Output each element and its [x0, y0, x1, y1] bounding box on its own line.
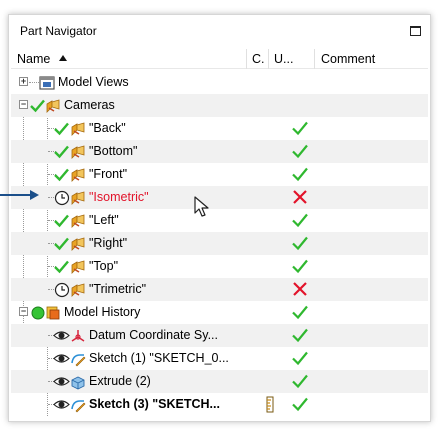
- column-header-name[interactable]: Name: [11, 49, 247, 69]
- column-header-name-label: Name: [17, 52, 51, 66]
- annotation-arrow-head: [30, 190, 39, 200]
- tree-row-label: "Isometric": [89, 190, 149, 204]
- mouse-cursor-icon: [194, 196, 210, 221]
- up-to-date-check-icon: [291, 395, 309, 413]
- tree-row-camera-trimetric[interactable]: "Trimetric": [11, 278, 428, 301]
- check-icon: [53, 120, 70, 137]
- clock-icon: [53, 189, 70, 206]
- tree-row-label: Extrude (2): [89, 374, 151, 388]
- up-to-date-check-icon: [291, 142, 309, 160]
- sketch-icon: [69, 350, 86, 367]
- up-to-date-check-icon: [291, 349, 309, 367]
- change-indicator-icon: [264, 396, 276, 413]
- camera-icon: [69, 120, 86, 137]
- tree-row-label: "Trimetric": [89, 282, 147, 296]
- maximize-icon[interactable]: [410, 26, 421, 36]
- tree-row-camera-right[interactable]: "Right": [11, 232, 428, 255]
- tree-row-camera-bottom[interactable]: "Bottom": [11, 140, 428, 163]
- eye-icon[interactable]: [53, 327, 70, 344]
- tree: + Model Views − Cameras "Back" "Bottom" …: [11, 71, 428, 421]
- tree-row-label: Model Views: [58, 75, 129, 89]
- up-to-date-check-icon: [291, 303, 309, 321]
- up-to-date-check-icon: [291, 211, 309, 229]
- check-icon: [53, 212, 70, 229]
- tree-row-camera-back[interactable]: "Back": [11, 117, 428, 140]
- camera-icon: [69, 166, 86, 183]
- tree-row-model-views[interactable]: + Model Views: [11, 71, 428, 94]
- eye-icon[interactable]: [53, 396, 70, 413]
- camera-icon: [69, 189, 86, 206]
- tree-row-label: Cameras: [64, 98, 115, 112]
- tree-row-label: "Front": [89, 167, 128, 181]
- tree-row-label: Datum Coordinate Sy...: [89, 328, 218, 342]
- tree-row-label: "Top": [89, 259, 119, 273]
- tree-row-model-history[interactable]: − Model History: [11, 301, 428, 324]
- part-navigator-panel: Part Navigator Name C. U... Comment + Mo…: [8, 14, 431, 422]
- check-icon: [53, 143, 70, 160]
- tree-row-datum-csys[interactable]: Datum Coordinate Sy...: [11, 324, 428, 347]
- tree-row-sketch-1[interactable]: Sketch (1) "SKETCH_0...: [11, 347, 428, 370]
- datum-csys-icon: [69, 327, 86, 344]
- collapse-icon[interactable]: −: [19, 100, 28, 109]
- camera-icon: [69, 143, 86, 160]
- out-of-date-cross-icon: [291, 280, 309, 298]
- camera-icon: [69, 235, 86, 252]
- check-icon: [53, 235, 70, 252]
- tree-row-label: "Left": [89, 213, 119, 227]
- eye-icon[interactable]: [53, 350, 70, 367]
- collapse-icon[interactable]: −: [19, 307, 28, 316]
- eye-icon[interactable]: [53, 373, 70, 390]
- camera-icon: [69, 281, 86, 298]
- check-icon: [53, 166, 70, 183]
- tree-row-camera-top[interactable]: "Top": [11, 255, 428, 278]
- model-history-icon: [44, 304, 61, 321]
- clock-icon: [53, 281, 70, 298]
- tree-row-label: Model History: [64, 305, 141, 319]
- column-header-comment[interactable]: Comment: [315, 49, 422, 69]
- up-to-date-check-icon: [291, 326, 309, 344]
- up-to-date-check-icon: [291, 372, 309, 390]
- title-bar: Part Navigator: [9, 15, 430, 43]
- up-to-date-check-icon: [291, 257, 309, 275]
- camera-icon: [69, 212, 86, 229]
- model-views-icon: [38, 74, 55, 91]
- annotation-arrow-line: [0, 194, 32, 196]
- check-icon: [53, 258, 70, 275]
- camera-icon: [69, 258, 86, 275]
- tree-row-label: "Right": [89, 236, 128, 250]
- extrude-icon: [69, 373, 86, 390]
- column-header-u[interactable]: U...: [269, 49, 315, 69]
- column-header-c[interactable]: C.: [247, 49, 269, 69]
- sort-ascending-icon: [59, 55, 68, 61]
- out-of-date-cross-icon: [291, 188, 309, 206]
- tree-row-cameras[interactable]: − Cameras: [11, 94, 428, 117]
- panel-title: Part Navigator: [20, 24, 97, 38]
- tree-row-camera-front[interactable]: "Front": [11, 163, 428, 186]
- tree-row-sketch-3[interactable]: Sketch (3) "SKETCH...: [11, 393, 428, 416]
- up-to-date-check-icon: [291, 119, 309, 137]
- column-header-row: Name C. U... Comment: [11, 49, 428, 69]
- tree-row-label: "Back": [89, 121, 126, 135]
- tree-row-label: "Bottom": [89, 144, 138, 158]
- up-to-date-check-icon: [291, 234, 309, 252]
- tree-row-extrude-2[interactable]: Extrude (2): [11, 370, 428, 393]
- up-to-date-check-icon: [291, 165, 309, 183]
- tree-row-camera-isometric[interactable]: "Isometric": [11, 186, 428, 209]
- tree-row-label: Sketch (1) "SKETCH_0...: [89, 351, 229, 365]
- tree-row-camera-left[interactable]: "Left": [11, 209, 428, 232]
- camera-icon: [44, 97, 61, 114]
- sketch-icon: [69, 396, 86, 413]
- expand-icon[interactable]: +: [19, 77, 28, 86]
- tree-row-label: Sketch (3) "SKETCH...: [89, 397, 220, 411]
